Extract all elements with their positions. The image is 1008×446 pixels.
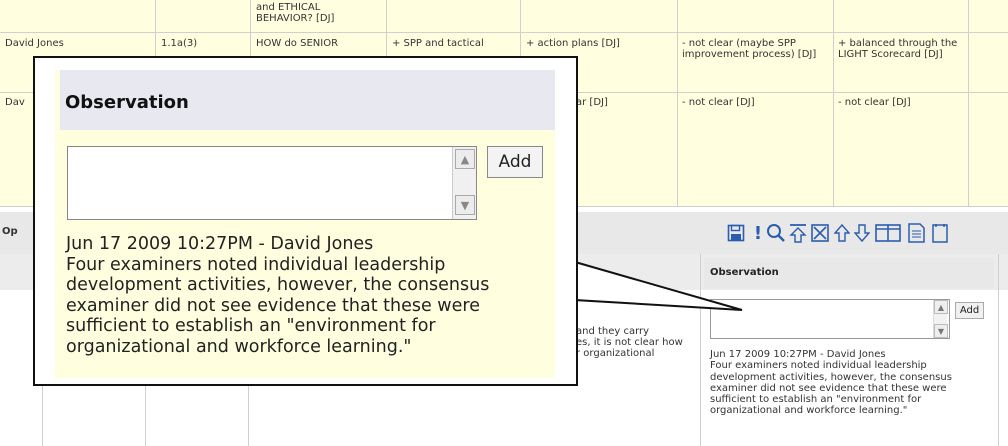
add-button[interactable]: Add bbox=[487, 146, 543, 178]
observation-header: Observation bbox=[60, 70, 555, 130]
scroll-up-icon[interactable]: ▲ bbox=[455, 149, 475, 169]
scroll-down-icon[interactable]: ▼ bbox=[455, 195, 475, 215]
observation-note: Jun 17 2009 10:27PM - David Jones Four e… bbox=[66, 234, 556, 357]
observation-textarea[interactable]: ▲ ▼ bbox=[67, 146, 477, 220]
scrollbar[interactable]: ▲ ▼ bbox=[452, 147, 476, 219]
note-meta: Jun 17 2009 10:27PM - David Jones bbox=[66, 234, 374, 254]
note-text: Four examiners noted individual leadersh… bbox=[66, 254, 490, 357]
zoom-callout: Observation ▲ ▼ Add Jun 17 2009 10:27PM … bbox=[33, 56, 578, 386]
